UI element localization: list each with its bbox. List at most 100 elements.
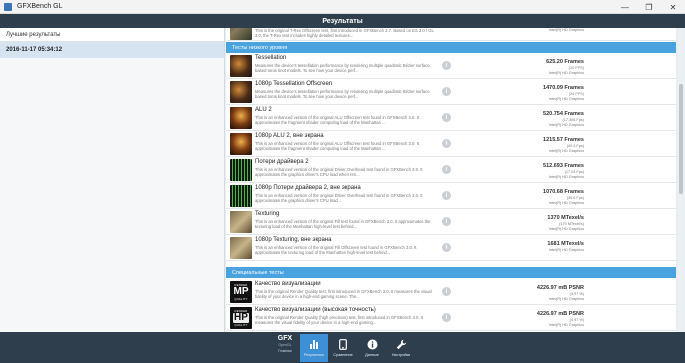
sidebar: Лучшие результаты 2016-11-17 05:34:12 bbox=[0, 28, 225, 332]
test-score: 1370 MTexel/s bbox=[547, 215, 584, 221]
scrollbar-thumb[interactable] bbox=[679, 84, 683, 194]
info-icon[interactable]: i bbox=[442, 165, 451, 174]
test-score: 512.693 Frames bbox=[543, 163, 584, 169]
result-row[interactable]: 1080p ALU 2, вне экрана This is an enhan… bbox=[226, 131, 676, 157]
result-row[interactable]: 1080p Потери драйвера 2, вне экрана This… bbox=[226, 183, 676, 209]
tab-settings[interactable]: Настройки bbox=[387, 334, 415, 362]
result-row[interactable]: 1080p Texturing, вне экрана This is an e… bbox=[226, 235, 676, 261]
tab-label: Данные bbox=[365, 353, 379, 357]
test-gpu: Intel(R) HD Graphics bbox=[548, 28, 584, 32]
test-gpu: Intel(R) HD Graphics bbox=[548, 226, 584, 231]
tab-data[interactable]: Данные bbox=[358, 334, 386, 362]
test-thumbnail bbox=[230, 107, 252, 129]
test-score: 4226.97 mB PSNR bbox=[536, 311, 584, 317]
test-name: Потери драйвера 2 bbox=[255, 159, 309, 165]
test-thumbnail bbox=[230, 211, 252, 233]
test-gpu: Intel(R) HD Graphics bbox=[548, 70, 584, 75]
test-description: This is an enhanced version of the origi… bbox=[255, 141, 420, 152]
info-icon[interactable]: i bbox=[442, 113, 451, 122]
nav-home-label: Главная bbox=[278, 349, 292, 353]
tab-compare[interactable]: Сравнение bbox=[329, 334, 357, 362]
tab-label: Настройки bbox=[391, 353, 411, 357]
test-name: 1080p Потери драйвера 2, вне экрана bbox=[255, 185, 361, 191]
result-row-partial[interactable]: This is the original T-Rex Offscreen tes… bbox=[226, 28, 676, 41]
tab-results[interactable]: Результаты bbox=[300, 334, 328, 362]
render-quality-mp-icon: RENDER MP QUALITY bbox=[230, 281, 252, 303]
phone-icon bbox=[339, 338, 347, 350]
wrench-icon bbox=[396, 338, 407, 350]
test-name: Tessellation bbox=[255, 55, 287, 61]
test-description: This is an enhanced version of the origi… bbox=[255, 245, 417, 256]
test-score: 1681 MTexel/s bbox=[547, 241, 584, 247]
close-button[interactable]: ✕ bbox=[661, 0, 685, 14]
test-description: This is an enhanced version of the origi… bbox=[255, 219, 431, 230]
render-quality-hp-icon: RENDER HP QUALITY bbox=[230, 307, 252, 329]
test-thumbnail bbox=[230, 28, 252, 40]
app-icon bbox=[4, 2, 12, 11]
window-title: GFXBench GL bbox=[17, 3, 63, 10]
scrollbar[interactable] bbox=[678, 28, 684, 332]
results-list: This is the original T-Rex Offscreen tes… bbox=[226, 28, 676, 332]
test-thumbnail bbox=[230, 55, 252, 77]
test-description: This is an enhanced version of the origi… bbox=[255, 115, 420, 126]
tab-label: Результаты bbox=[304, 353, 324, 357]
test-score: 4226.97 mB PSNR bbox=[536, 285, 584, 291]
result-row[interactable]: RENDER HP QUALITY Качество визуализации … bbox=[226, 305, 676, 331]
bar-chart-icon bbox=[309, 338, 319, 350]
test-gpu: Intel(R) HD Graphics bbox=[548, 122, 584, 127]
info-icon[interactable]: i bbox=[442, 61, 451, 70]
test-gpu: Intel(R) HD Graphics bbox=[548, 322, 584, 327]
test-description: This is the original T-Rex Offscreen tes… bbox=[255, 28, 434, 39]
info-icon[interactable]: i bbox=[442, 87, 451, 96]
info-icon[interactable]: i bbox=[442, 243, 451, 252]
result-row[interactable]: Потери драйвера 2 This is an enhanced ve… bbox=[226, 157, 676, 183]
info-icon[interactable]: i bbox=[442, 139, 451, 148]
test-gpu: Intel(R) HD Graphics bbox=[548, 174, 584, 179]
test-description: This is an enhanced version of the origi… bbox=[255, 193, 423, 204]
test-gpu: Intel(R) HD Graphics bbox=[548, 296, 584, 301]
result-row[interactable]: Tessellation Measures the device's tesse… bbox=[226, 53, 676, 79]
info-icon[interactable]: i bbox=[442, 287, 451, 296]
test-score: 1215.57 Frames bbox=[543, 137, 584, 143]
maximize-button[interactable]: ❐ bbox=[637, 0, 661, 14]
minimize-button[interactable]: — bbox=[613, 0, 637, 14]
result-row[interactable]: 1080p Tessellation Offscreen Measures th… bbox=[226, 79, 676, 105]
section-special: Специальные тесты bbox=[226, 267, 676, 278]
test-name: ALU 2 bbox=[255, 107, 272, 113]
test-name: 1080p Texturing, вне экрана bbox=[255, 237, 332, 243]
test-score: 1470.09 Frames bbox=[543, 85, 584, 91]
info-icon[interactable]: i bbox=[442, 191, 451, 200]
test-score: 625.20 Frames bbox=[546, 59, 584, 65]
test-name: Texturing bbox=[255, 211, 280, 217]
result-row[interactable]: ALU 2 This is an enhanced version of the… bbox=[226, 105, 676, 131]
test-name: 1080p ALU 2, вне экрана bbox=[255, 133, 324, 139]
info-icon[interactable]: i bbox=[442, 217, 451, 226]
test-description: Measures the device's tessellation perfo… bbox=[255, 63, 430, 74]
page-title: Результаты bbox=[0, 14, 685, 28]
sidebar-heading: Лучшие результаты bbox=[0, 28, 224, 42]
test-thumbnail bbox=[230, 81, 252, 103]
test-gpu: Intel(R) HD Graphics bbox=[548, 96, 584, 101]
test-gpu: Intel(R) HD Graphics bbox=[548, 248, 584, 252]
test-thumbnail bbox=[230, 237, 252, 259]
test-name: Качество визуализации bbox=[255, 281, 321, 287]
test-description: This is an enhanced version of the origi… bbox=[255, 167, 423, 178]
test-description: Measures the device's tessellation perfo… bbox=[255, 89, 430, 100]
test-name: Качество визуализации (высокая точность) bbox=[255, 307, 376, 313]
tab-label: Сравнение bbox=[333, 353, 353, 357]
gfx-logo[interactable]: GFX OpenGL Главная bbox=[274, 335, 296, 360]
info-icon[interactable]: i bbox=[442, 313, 451, 322]
section-low-level: Тесты низкого уровня bbox=[226, 42, 676, 53]
test-score: 520.754 Frames bbox=[543, 111, 584, 117]
result-row[interactable]: Texturing This is an enhanced version of… bbox=[226, 209, 676, 235]
info-circle-icon bbox=[367, 338, 378, 350]
test-gpu: Intel(R) HD Graphics bbox=[548, 148, 584, 153]
test-thumbnail bbox=[230, 133, 252, 155]
test-thumbnail bbox=[230, 159, 252, 181]
test-score: 1070.68 Frames bbox=[543, 189, 584, 195]
test-description: This is the original Render Quality (hig… bbox=[255, 315, 424, 326]
test-gpu: Intel(R) HD Graphics bbox=[548, 200, 584, 205]
sidebar-item-result[interactable]: 2016-11-17 05:34:12 bbox=[0, 42, 224, 58]
result-row[interactable]: RENDER MP QUALITY Качество визуализации … bbox=[226, 279, 676, 305]
test-thumbnail bbox=[230, 185, 252, 207]
